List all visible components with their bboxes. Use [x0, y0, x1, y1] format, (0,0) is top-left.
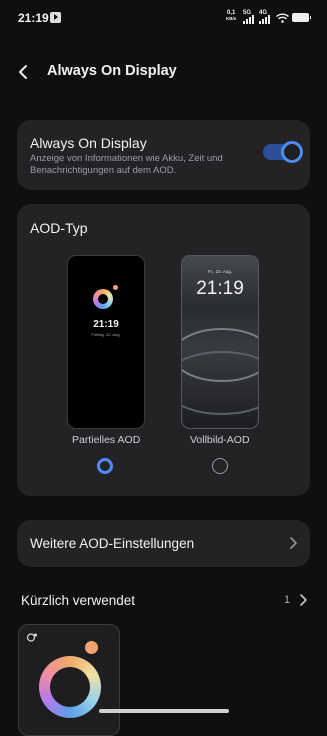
partial-aod-preview[interactable]: 21:19 Freitag, 22. Aug.: [67, 255, 145, 429]
net-speed: 0,1 KB/s: [226, 10, 236, 22]
wallpaper-arc: [182, 351, 258, 415]
color-ring-icon: [39, 656, 101, 718]
partial-aod-radio[interactable]: [97, 458, 113, 474]
aod-toggle-switch[interactable]: [263, 141, 303, 163]
toggle-knob: [281, 141, 303, 163]
aod-toggle-title: Always On Display: [30, 135, 147, 151]
sim2-signal-icon: [259, 15, 271, 24]
more-aod-settings-label: Weitere AOD-Einstellungen: [30, 536, 195, 551]
full-preview-date: Fr., 22. Aug.: [207, 269, 233, 274]
partial-aod-label: Partielles AOD: [72, 434, 141, 446]
status-bar: 21:19 0,1 KB/s 5G 4G: [0, 0, 327, 34]
page-title: Always On Display: [47, 63, 177, 79]
partial-preview-date: Freitag, 22. Aug.: [91, 332, 121, 337]
aod-toggle-card: Always On Display Anzeige von Informatio…: [17, 120, 310, 190]
ring-dot: [85, 641, 98, 654]
fullscreen-aod-radio[interactable]: [212, 458, 228, 474]
chevron-left-icon[interactable]: [17, 64, 31, 80]
recently-used-count: 1: [284, 594, 291, 606]
chevron-right-icon[interactable]: [297, 593, 309, 607]
aod-toggle-description: Anzeige von Informationen wie Akku, Zeit…: [30, 153, 223, 176]
home-indicator[interactable]: [99, 709, 229, 713]
aod-type-title: AOD-Typ: [30, 220, 88, 236]
ring-dot: [113, 285, 118, 290]
fullscreen-aod-preview[interactable]: Fr., 22. Aug. 21:19: [181, 255, 259, 429]
aod-type-card: AOD-Typ 21:19 Freitag, 22. Aug. Fr., 22.…: [17, 204, 310, 496]
recently-used-title: Kürzlich verwendet: [21, 593, 136, 608]
recent-aod-thumbnail[interactable]: [18, 624, 120, 736]
header: Always On Display: [0, 52, 327, 92]
fullscreen-aod-label: Vollbild-AOD: [190, 434, 250, 446]
sim1-signal-icon: [243, 15, 255, 24]
wifi-icon: [276, 13, 289, 23]
partial-preview-time: 21:19: [93, 319, 119, 330]
more-aod-settings-row[interactable]: Weitere AOD-Einstellungen: [17, 520, 310, 567]
aod-style-icon: [26, 633, 37, 642]
full-preview-time: 21:19: [196, 278, 244, 299]
net-speed-unit: KB/s: [226, 16, 237, 21]
battery-icon: [292, 13, 311, 22]
color-ring-icon: [93, 289, 113, 309]
media-notification-icon: [50, 12, 61, 23]
chevron-right-icon: [290, 537, 297, 549]
status-time: 21:19: [18, 11, 49, 25]
